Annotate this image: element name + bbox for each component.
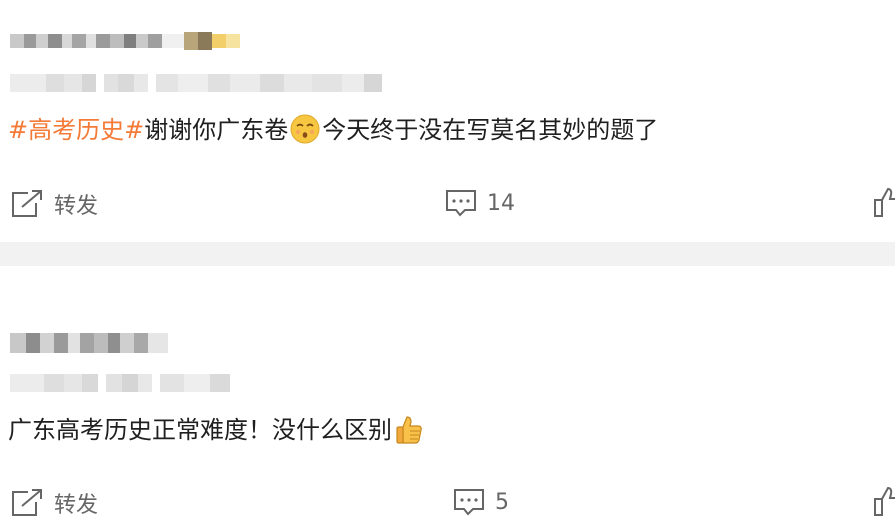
thumbs-up-emoji-icon [396, 416, 422, 444]
post-text-part: 广东高考历史正常难度！没什么区别 [8, 416, 392, 444]
like-button[interactable] [874, 485, 895, 517]
comment-button[interactable]: 5 [453, 487, 509, 517]
repost-label: 转发 [54, 493, 99, 518]
post-text-part: 今天终于没在写莫名其妙的题了 [322, 116, 659, 144]
repost-icon [12, 489, 42, 516]
username-blurred[interactable] [10, 332, 168, 354]
post-text: #高考历史#谢谢你广东卷 今天终于没在写莫名其妙的题了 [8, 114, 658, 146]
repost-label: 转发 [54, 194, 99, 219]
comment-icon [446, 190, 476, 217]
kissing-face-emoji-icon [290, 114, 320, 144]
comment-button[interactable]: 14 [445, 188, 515, 218]
repost-icon [12, 190, 42, 217]
comment-count: 5 [495, 489, 509, 515]
comment-icon [454, 489, 484, 516]
username-blurred[interactable] [10, 30, 240, 52]
repost-button[interactable]: 转发 [10, 487, 98, 519]
like-icon [874, 486, 895, 516]
post-card: #高考历史#谢谢你广东卷 今天终于没在写莫名其妙的题了 转发 14 [0, 0, 895, 242]
post-text: 广东高考历史正常难度！没什么区别 [8, 414, 426, 446]
hashtag-link[interactable]: #高考历史# [8, 116, 144, 144]
post-meta-blurred [10, 374, 230, 392]
post-meta-blurred [10, 74, 382, 92]
like-icon [874, 187, 895, 217]
like-button[interactable] [874, 186, 895, 218]
post-text-part: 谢谢你广东卷 [144, 116, 289, 144]
post-separator [0, 242, 895, 266]
post-card: 广东高考历史正常难度！没什么区别 转发 5 [0, 266, 895, 531]
repost-button[interactable]: 转发 [10, 188, 98, 220]
comment-count: 14 [487, 190, 515, 216]
